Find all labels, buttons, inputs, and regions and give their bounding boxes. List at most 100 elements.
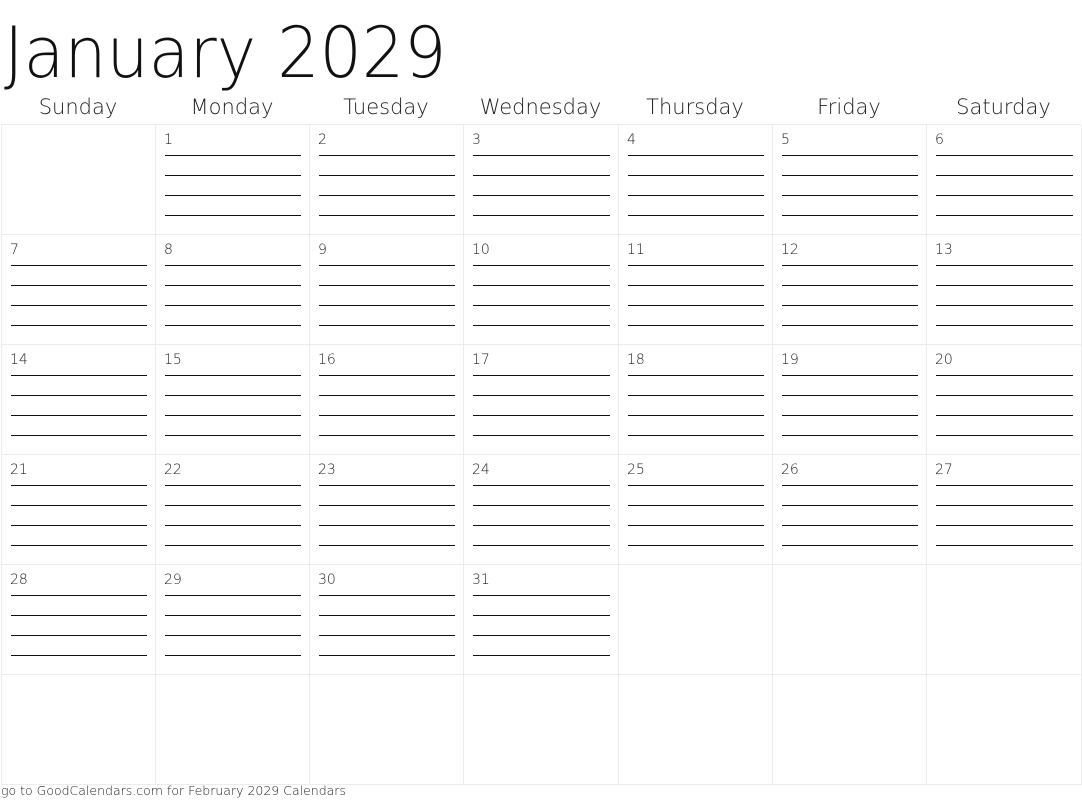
day-number: 31	[472, 572, 490, 588]
writing-line	[165, 525, 301, 526]
writing-line	[628, 545, 764, 546]
day-number: 29	[164, 572, 182, 588]
writing-line	[165, 635, 301, 636]
writing-line	[319, 265, 455, 266]
writing-line	[936, 195, 1073, 196]
writing-line	[11, 525, 147, 526]
writing-line	[319, 325, 455, 326]
writing-line	[473, 525, 610, 526]
footer-link[interactable]: go to GoodCalendars.com for February 202…	[1, 783, 346, 799]
day-number: 10	[472, 242, 490, 258]
day-cell-thursday[interactable]: 18	[619, 345, 773, 455]
empty-day-cell	[773, 675, 927, 785]
day-cell-thursday[interactable]: 4	[619, 125, 773, 235]
empty-day-cell	[2, 675, 156, 785]
day-cell-thursday[interactable]: 11	[619, 235, 773, 345]
day-cell-monday[interactable]: 22	[156, 455, 310, 565]
day-cell-saturday[interactable]: 6	[927, 125, 1082, 235]
writing-line	[473, 175, 610, 176]
day-number: 2	[318, 132, 327, 148]
writing-line	[165, 395, 301, 396]
writing-line	[473, 265, 610, 266]
day-cell-wednesday[interactable]: 3	[464, 125, 619, 235]
writing-line	[628, 395, 764, 396]
writing-line	[628, 285, 764, 286]
day-cell-tuesday[interactable]: 9	[310, 235, 464, 345]
writing-line	[473, 285, 610, 286]
writing-line	[628, 525, 764, 526]
writing-line	[936, 265, 1073, 266]
writing-line	[628, 485, 764, 486]
day-cell-tuesday[interactable]: 2	[310, 125, 464, 235]
day-number: 27	[935, 462, 953, 478]
writing-line	[628, 305, 764, 306]
day-cell-sunday[interactable]: 7	[2, 235, 156, 345]
day-cell-sunday[interactable]: 21	[2, 455, 156, 565]
day-cell-friday[interactable]: 26	[773, 455, 927, 565]
writing-line	[11, 635, 147, 636]
week-row: 14 15 16 17 18 19 20	[2, 345, 1082, 455]
writing-line	[165, 375, 301, 376]
writing-line	[473, 375, 610, 376]
day-cell-monday[interactable]: 1	[156, 125, 310, 235]
day-number: 30	[318, 572, 336, 588]
writing-line	[782, 375, 918, 376]
writing-line	[473, 215, 610, 216]
writing-line	[473, 325, 610, 326]
day-cell-friday[interactable]: 19	[773, 345, 927, 455]
writing-line	[782, 175, 918, 176]
calendar-grid: 1 2 3 4 5 6 7 8 9 10 11 12 13 14 15 16 17 18 19 20 21 22 23 24 2…	[1, 124, 1082, 785]
day-number: 25	[627, 462, 645, 478]
day-number: 3	[472, 132, 481, 148]
day-cell-wednesday[interactable]: 17	[464, 345, 619, 455]
writing-line	[165, 285, 301, 286]
day-cell-wednesday[interactable]: 10	[464, 235, 619, 345]
day-cell-sunday[interactable]: 14	[2, 345, 156, 455]
writing-line	[473, 505, 610, 506]
writing-line	[936, 375, 1073, 376]
day-cell-monday[interactable]: 8	[156, 235, 310, 345]
writing-line	[473, 415, 610, 416]
day-cell-tuesday[interactable]: 16	[310, 345, 464, 455]
day-cell-friday[interactable]: 12	[773, 235, 927, 345]
day-number: 21	[10, 462, 28, 478]
weekday-header-monday: Monday	[190, 95, 274, 119]
writing-line	[165, 325, 301, 326]
day-cell-wednesday[interactable]: 31	[464, 565, 619, 675]
day-cell-tuesday[interactable]: 23	[310, 455, 464, 565]
writing-line	[628, 175, 764, 176]
footer-link-text[interactable]: go to GoodCalendars.com for February 202…	[1, 783, 346, 798]
writing-line	[936, 175, 1073, 176]
day-cell-sunday[interactable]: 28	[2, 565, 156, 675]
writing-line	[165, 485, 301, 486]
writing-line	[782, 155, 918, 156]
day-cell-wednesday[interactable]: 24	[464, 455, 619, 565]
day-cell-thursday[interactable]: 25	[619, 455, 773, 565]
day-number: 9	[318, 242, 327, 258]
weekday-header-saturday: Saturday	[956, 95, 1051, 119]
week-row: 7 8 9 10 11 12 13	[2, 235, 1082, 345]
day-number: 6	[935, 132, 944, 148]
writing-line	[936, 285, 1073, 286]
day-cell-saturday[interactable]: 13	[927, 235, 1082, 345]
writing-line	[936, 305, 1073, 306]
weekday-header-row: Sunday Monday Tuesday Wednesday Thursday…	[1, 91, 1081, 124]
day-cell-monday[interactable]: 29	[156, 565, 310, 675]
writing-line	[936, 415, 1073, 416]
writing-line	[319, 415, 455, 416]
day-number: 14	[10, 352, 28, 368]
day-cell-tuesday[interactable]: 30	[310, 565, 464, 675]
writing-line	[319, 435, 455, 436]
writing-line	[319, 595, 455, 596]
day-cell-friday[interactable]: 5	[773, 125, 927, 235]
writing-line	[165, 435, 301, 436]
writing-line	[319, 525, 455, 526]
day-cell-monday[interactable]: 15	[156, 345, 310, 455]
writing-line	[782, 505, 918, 506]
day-cell-saturday[interactable]: 20	[927, 345, 1082, 455]
writing-line	[936, 525, 1073, 526]
writing-line	[782, 545, 918, 546]
writing-line	[473, 595, 610, 596]
day-cell-saturday[interactable]: 27	[927, 455, 1082, 565]
empty-day-cell	[927, 565, 1082, 675]
